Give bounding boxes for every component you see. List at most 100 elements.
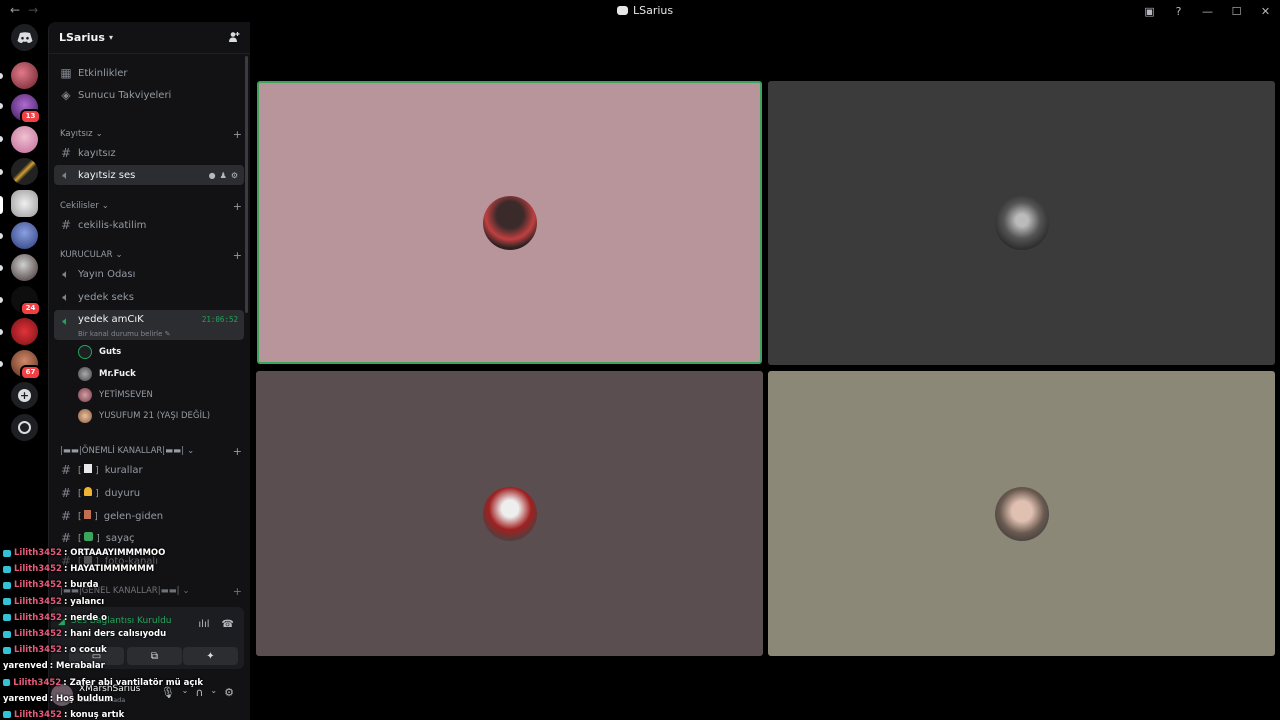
chat-message: Lilith3452: HAYATIMMMMMM [3,561,203,577]
channel-cekilis-katilim[interactable]: # cekilis-katilim [54,215,244,235]
video-tile[interactable] [256,371,763,656]
voice-user-name: YUSUFUM 21 (YAŞI DEĞİL) [99,411,211,421]
minimize-button[interactable]: — [1193,5,1222,18]
add-server-button[interactable]: + [11,382,38,409]
close-button[interactable]: ✕ [1251,5,1280,18]
chevron-down-icon[interactable]: ⌄ [210,686,217,699]
twitch-badge-icon [3,549,11,557]
video-tile[interactable] [768,371,1275,656]
server-icon-lsarius[interactable] [11,190,38,217]
hashtag-icon: # [60,146,72,160]
gear-icon[interactable]: ⚙ [231,171,238,180]
category-kurucular[interactable]: KURUCULAR ⌄ + [60,249,244,262]
chat-text: : Merabalar [49,661,105,672]
channel-yedek-seks[interactable]: 🔈︎ yedek seks [54,287,244,307]
create-channel-icon[interactable]: + [233,200,242,213]
category-onemli-kanallar[interactable]: |▬▬|ÖNEMLİ KANALLAR|▬▬| ⌄ + [60,445,244,458]
speaker-icon: 🔈︎ [62,167,70,182]
invite-people-icon[interactable] [228,31,240,43]
category-kayitsiz[interactable]: Kayıtsız ⌄ + [60,128,244,141]
gear-icon[interactable]: ⚙ [224,686,234,699]
speaker-icon: 🔈︎ [62,266,70,281]
chat-username: Lilith3452 [14,564,62,575]
server-icon[interactable] [11,222,38,249]
twitch-badge-icon [3,598,11,606]
category-cekilisler[interactable]: Cekilisler ⌄ + [60,200,244,213]
chat-text: : HAYATIMMMMMM [63,564,155,575]
chat-text: : yalancı [63,596,105,607]
server-icon[interactable]: 67 [11,350,41,380]
channel-label: duyuru [104,487,141,499]
channel-yayin-odasi[interactable]: 🔈︎ Yayın Odası [54,264,244,284]
channel-status-prompt[interactable]: Bir kanal durumu belirle ✎ [78,330,171,338]
invite-icon[interactable]: ♟ [220,171,227,180]
channel-kayitsiz-ses[interactable]: 🔈︎ kayıtsiz ses ● ♟ ⚙ [54,165,244,185]
voice-user[interactable]: Guts [78,343,121,361]
voice-panel-actions: ılıl ☎ [198,619,234,630]
back-arrow-icon[interactable]: ← [10,3,20,17]
create-channel-icon[interactable]: + [233,445,242,458]
create-channel-icon[interactable]: + [233,249,242,262]
channel-gelen-giden[interactable]: # [ ] gelen-giden [54,506,244,526]
voice-user-name: Mr.Fuck [99,369,136,379]
unread-pill [0,265,3,271]
sidebar-item-boosts[interactable]: ◈ Sunucu Takviyeleri [54,85,244,105]
discover-button[interactable] [11,414,38,441]
server-icon[interactable] [11,62,38,89]
server-icon[interactable] [11,254,38,281]
server-icon[interactable] [11,318,38,345]
server-icon[interactable] [11,158,38,185]
discord-logo-icon [17,31,32,43]
window-title-text: LSarius [633,4,674,17]
category-label: Kayıtsız [60,129,93,139]
chat-message: Lilith3452: Zafer abi vantilatör mü açık [3,675,203,691]
chat-overlay: Lilith3452: ORTAAAYIMMMMOO Lilith3452: HA… [3,545,203,720]
hashtag-icon: # [60,218,72,232]
channel-label: cekilis-katilim [78,219,147,231]
selected-pill [0,196,3,214]
channel-kurallar[interactable]: # [ ] kurallar [54,460,244,480]
create-channel-icon[interactable]: + [233,128,242,141]
voice-user[interactable]: Mr.Fuck [78,365,136,383]
chevron-down-icon: ⌄ [115,250,123,260]
scrollbar[interactable] [245,56,248,313]
help-icon[interactable]: ? [1164,5,1193,18]
forward-arrow-icon[interactable]: → [28,3,38,17]
sidebar-item-label: Sunucu Takviyeleri [78,89,172,101]
channel-label: sayaç [105,532,135,544]
server-icon[interactable] [11,126,38,153]
twitch-badge-icon [3,646,11,654]
home-button[interactable] [11,24,38,51]
page-emoji-icon: [ ] [78,464,99,476]
hashtag-icon: # [60,463,72,477]
channel-kayitsiz[interactable]: # kayıtsız [54,143,244,163]
sidebar-item-events[interactable]: ▦ Etkinlikler [54,63,244,83]
video-tile[interactable] [768,81,1275,365]
chat-bubble-icon[interactable]: ● [209,171,216,180]
channel-yedek-amcik[interactable]: 🔈︎ yedek amCıK 21:06:52 Bir kanal durumu… [54,310,244,340]
server-icon[interactable]: 24 [11,286,41,316]
voice-user[interactable]: YETİMSEVEN [78,386,153,404]
bell-emoji-icon: [ ] [78,487,99,499]
chevron-down-icon: ⌄ [95,129,103,139]
chat-text: : nerde o [63,612,107,623]
voice-user[interactable]: YUSUFUM 21 (YAŞI DEĞİL) [78,407,210,425]
chat-username: Lilith3452 [14,629,62,640]
guild-header[interactable]: LSarius ▾ [49,22,250,54]
chat-message: Lilith3452: hani ders calısıyodu [3,626,203,642]
video-tile-speaking[interactable] [257,81,762,364]
server-icon[interactable]: 13 [11,94,41,124]
inbox-icon[interactable]: ▣ [1135,5,1164,18]
maximize-button[interactable]: ☐ [1222,5,1251,18]
disconnect-icon[interactable]: ☎ [222,619,234,630]
discord-logo-icon [617,6,628,15]
chevron-down-icon: ⌄ [101,201,109,211]
chat-message: Lilith3452: nerde o [3,610,203,626]
mention-badge: 13 [20,109,41,124]
twitch-badge-icon [3,614,11,622]
twitch-badge-icon [3,630,11,638]
chat-message: Lilith3452: yalancı [3,594,203,610]
channel-duyuru[interactable]: # [ ] duyuru [54,483,244,503]
window-controls: ▣ ? — ☐ ✕ [1135,0,1280,22]
create-channel-icon[interactable]: + [233,585,242,598]
